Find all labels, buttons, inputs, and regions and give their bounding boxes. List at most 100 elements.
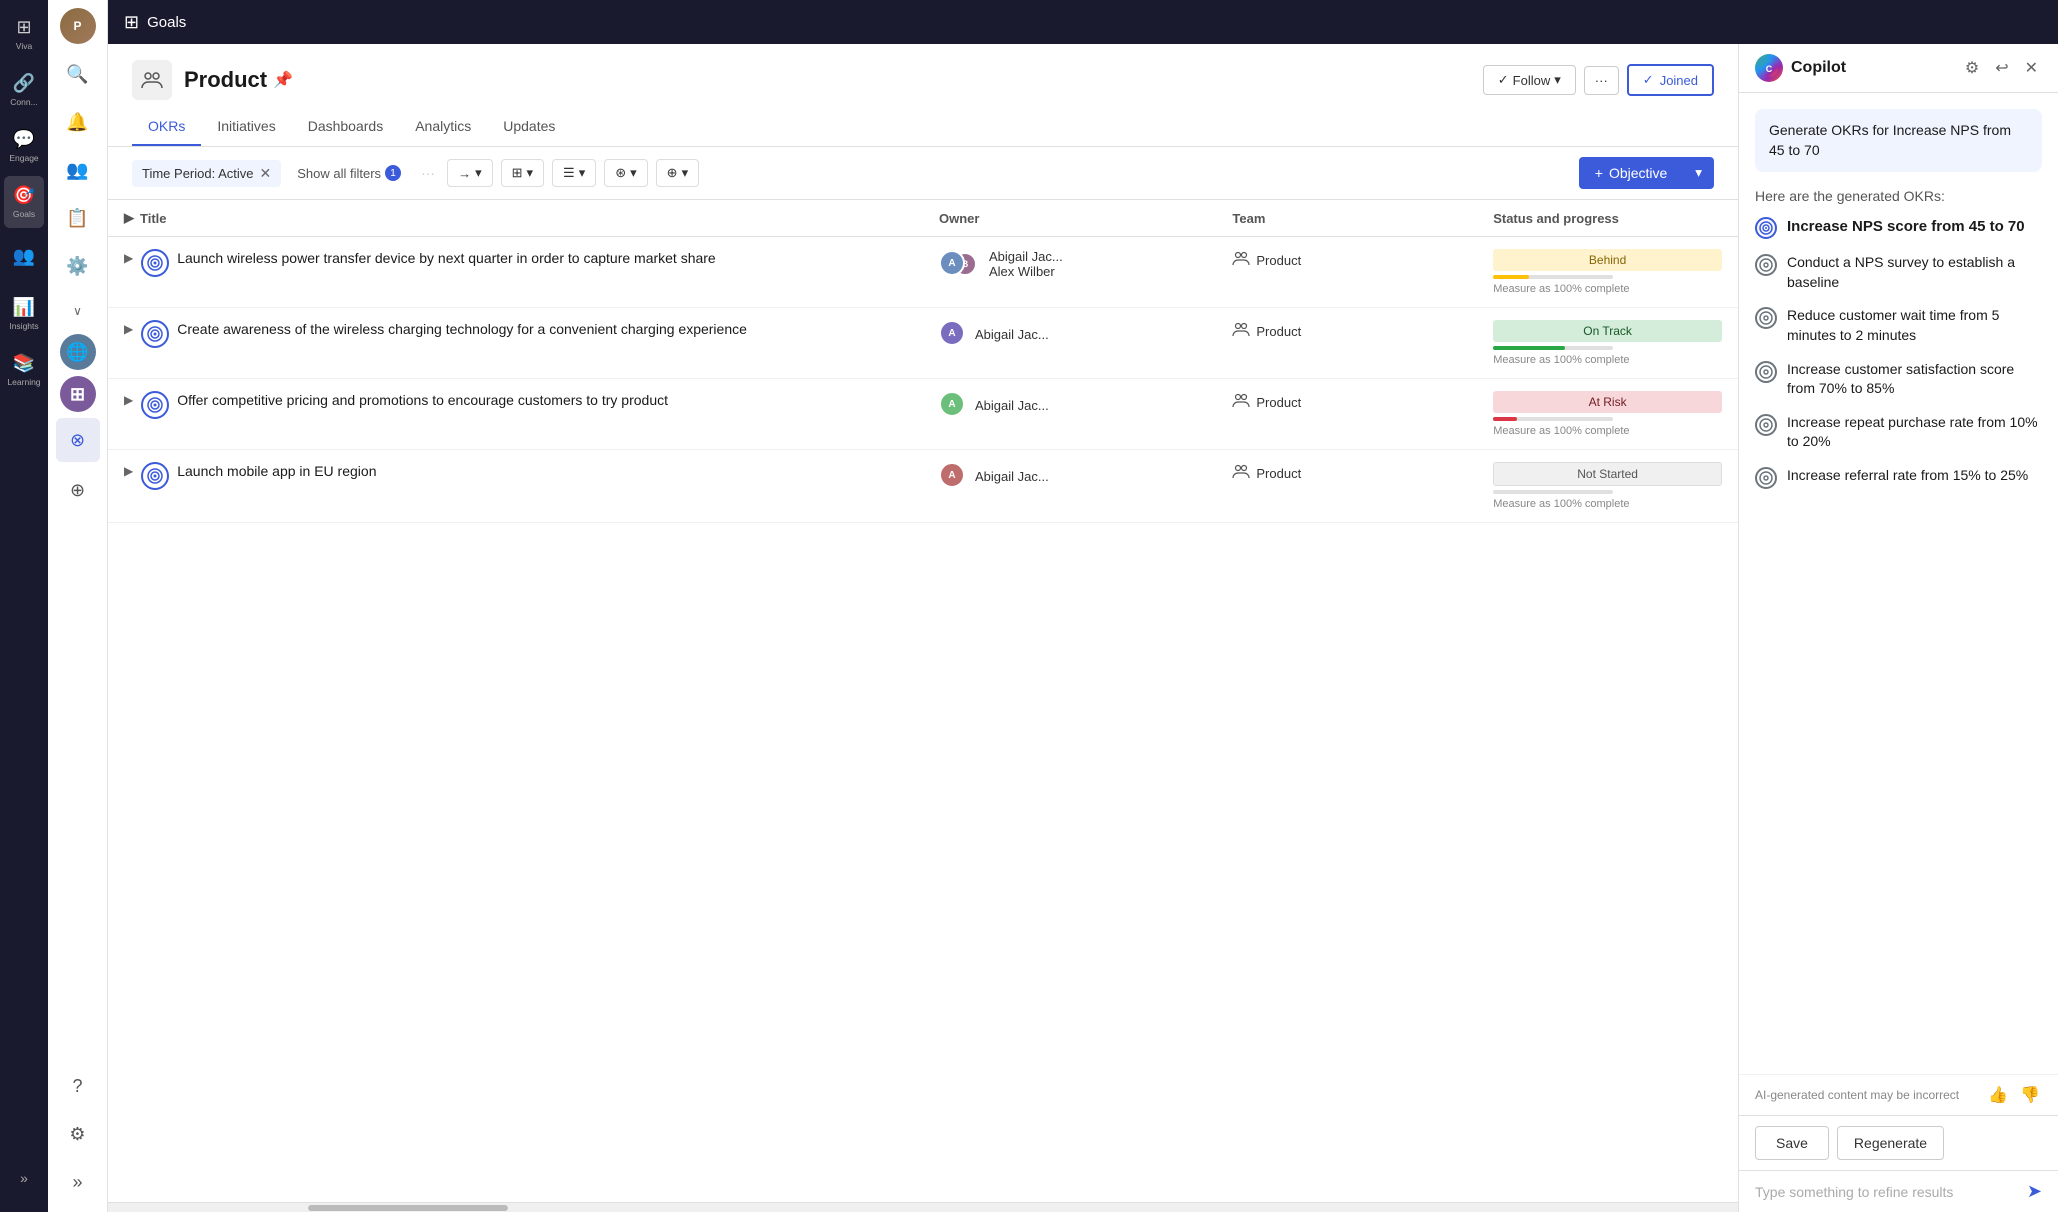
- copilot-send-btn[interactable]: ➤: [2027, 1181, 2042, 1202]
- sidebar-expand-btn[interactable]: ∨: [69, 300, 86, 322]
- sidebar-hierarchy[interactable]: ⊕: [56, 468, 100, 512]
- nav-expand[interactable]: »: [4, 1152, 44, 1204]
- progress-bar-1: [1493, 346, 1565, 350]
- sidebar-settings[interactable]: ⚙️: [56, 244, 100, 288]
- joined-button[interactable]: ✓ Joined: [1627, 64, 1714, 96]
- row-expand-0[interactable]: ▶: [124, 251, 133, 265]
- tab-okrs[interactable]: OKRs: [132, 108, 201, 146]
- okr-icon-1: [1755, 254, 1777, 276]
- svg-text:C: C: [1766, 64, 1773, 74]
- team-cell-2: Product: [1216, 379, 1477, 450]
- copilot-input[interactable]: [1755, 1184, 2019, 1200]
- follow-button[interactable]: ✓ Follow ▾: [1483, 65, 1576, 95]
- table-row: ▶ Launch wireless power transfer device …: [108, 237, 1738, 308]
- row-expand-3[interactable]: ▶: [124, 464, 133, 478]
- sidebar-search[interactable]: 🔍: [56, 52, 100, 96]
- copilot-header: C Copilot ⚙ ↩ ✕: [1739, 44, 2058, 93]
- pin-icon: 📌: [273, 70, 293, 90]
- nav-connections[interactable]: 🔗 Conn...: [4, 64, 44, 116]
- copilot-panel: C Copilot ⚙ ↩ ✕: [1738, 44, 2058, 1212]
- show-filters-btn[interactable]: Show all filters 1: [289, 160, 409, 186]
- toolbar: Time Period: Active ✕ Show all filters 1…: [108, 147, 1738, 200]
- sidebar-bell[interactable]: 🔔: [56, 100, 100, 144]
- row-expand-2[interactable]: ▶: [124, 393, 133, 407]
- status-badge-3: Not Started: [1493, 462, 1722, 486]
- okr-icon-3: [1755, 361, 1777, 383]
- progress-bar-2: [1493, 417, 1517, 421]
- nav-insights[interactable]: 📊 Insights: [4, 288, 44, 340]
- view-btn-connect[interactable]: ⊛ ▾: [604, 159, 647, 187]
- filter-chip-close-icon[interactable]: ✕: [260, 165, 272, 182]
- view-btn-grid[interactable]: ⊞ ▾: [501, 159, 544, 187]
- view-btn-extra[interactable]: ⊕ ▾: [656, 159, 699, 187]
- team-avatar-2-icon: ⊞: [70, 384, 85, 405]
- copilot-back-btn[interactable]: ↩: [1991, 54, 2012, 82]
- view-btn-arrow[interactable]: → ▾: [447, 159, 493, 187]
- nav-goals[interactable]: 🎯 Goals: [4, 176, 44, 228]
- sidebar-list[interactable]: 📋: [56, 196, 100, 240]
- team-avatar-2[interactable]: ⊞: [60, 376, 96, 412]
- connect-chevron-icon: ▾: [630, 165, 637, 181]
- add-objective-dropdown-btn[interactable]: ▾: [1683, 157, 1714, 189]
- okr-text-3: Increase customer satisfaction score fro…: [1787, 360, 2042, 399]
- team-avatar-1[interactable]: 🌐: [60, 334, 96, 370]
- top-bar-grid-icon[interactable]: ⊞: [124, 12, 139, 33]
- copilot-close-btn[interactable]: ✕: [2021, 54, 2042, 82]
- tab-initiatives[interactable]: Initiatives: [201, 108, 291, 146]
- nav-learning[interactable]: 📚 Learning: [4, 344, 44, 396]
- copilot-okrs-list: Increase NPS score from 45 to 70 Conduct…: [1755, 216, 2042, 489]
- filter-chip-time-period[interactable]: Time Period: Active ✕: [132, 160, 281, 187]
- more-button[interactable]: ···: [1584, 66, 1619, 95]
- sidebar-goals-active[interactable]: ⊗: [56, 418, 100, 462]
- title-cell-3: ▶ Launch mobile app in EU region: [108, 450, 923, 523]
- main-content: ⊞ Goals Pro: [108, 0, 2058, 1212]
- table-chevron-icon: ▾: [579, 165, 586, 181]
- sidebar-expand-arrows[interactable]: »: [56, 1160, 100, 1204]
- horizontal-scrollbar[interactable]: [108, 1202, 1738, 1212]
- table-container: ▶ Title Owner Team Status and progress ▶: [108, 200, 1738, 1202]
- title-header: Title: [140, 211, 167, 226]
- sidebar-group[interactable]: 👥: [56, 148, 100, 192]
- follow-label: Follow: [1513, 73, 1551, 88]
- tab-dashboards[interactable]: Dashboards: [292, 108, 400, 146]
- group-icon: 👥: [66, 160, 88, 181]
- copilot-settings-btn[interactable]: ⚙: [1961, 54, 1983, 82]
- table-row: ▶ Offer competitive pricing and promotio…: [108, 379, 1738, 450]
- col-team: Team: [1216, 200, 1477, 237]
- okr-text-4: Increase repeat purchase rate from 10% t…: [1787, 413, 2042, 452]
- status-badge-2: At Risk: [1493, 391, 1722, 413]
- scrollbar-thumb[interactable]: [308, 1205, 508, 1211]
- add-objective-label: Objective: [1609, 165, 1667, 181]
- expand-icon: »: [20, 1170, 28, 1186]
- objective-title-3: Launch mobile app in EU region: [177, 462, 376, 482]
- add-objective-main-btn[interactable]: + Objective: [1579, 157, 1684, 189]
- nav-people[interactable]: 👥: [4, 232, 44, 284]
- nav-viva[interactable]: ⊞ Viva: [4, 8, 44, 60]
- objective-title-0: Launch wireless power transfer device by…: [177, 249, 716, 269]
- team-cell-0: Product: [1216, 237, 1477, 308]
- avatar-1[interactable]: P: [60, 8, 96, 44]
- nav-rail-bottom: »: [4, 1152, 44, 1204]
- save-button[interactable]: Save: [1755, 1126, 1829, 1160]
- copilot-logo: C: [1755, 54, 1783, 82]
- thumbs-up-btn[interactable]: 👍: [1986, 1083, 2010, 1107]
- nav-engage[interactable]: 💬 Engage: [4, 120, 44, 172]
- progress-bar-wrap-1: [1493, 346, 1613, 350]
- sidebar-settings2[interactable]: ⚙: [56, 1112, 100, 1156]
- team-icon-2: [1232, 391, 1250, 414]
- row-expand-1[interactable]: ▶: [124, 322, 133, 336]
- sidebar-help[interactable]: ?: [56, 1064, 100, 1108]
- okr-text-2: Reduce customer wait time from 5 minutes…: [1787, 306, 2042, 345]
- copilot-okr-item-5: Increase referral rate from 15% to 25%: [1755, 466, 2042, 489]
- tab-updates[interactable]: Updates: [487, 108, 571, 146]
- view-btn-table[interactable]: ☰ ▾: [552, 159, 596, 187]
- expand-all-icon[interactable]: ▶: [124, 210, 134, 226]
- objective-title-1: Create awareness of the wireless chargin…: [177, 320, 747, 340]
- regenerate-button[interactable]: Regenerate: [1837, 1126, 1944, 1160]
- col-title: ▶ Title: [108, 200, 923, 237]
- thumbs-down-btn[interactable]: 👎: [2018, 1083, 2042, 1107]
- tab-analytics[interactable]: Analytics: [399, 108, 487, 146]
- engage-label: Engage: [9, 153, 38, 163]
- owner-avatar-1-1: A: [939, 320, 965, 346]
- col-status: Status and progress: [1477, 200, 1738, 237]
